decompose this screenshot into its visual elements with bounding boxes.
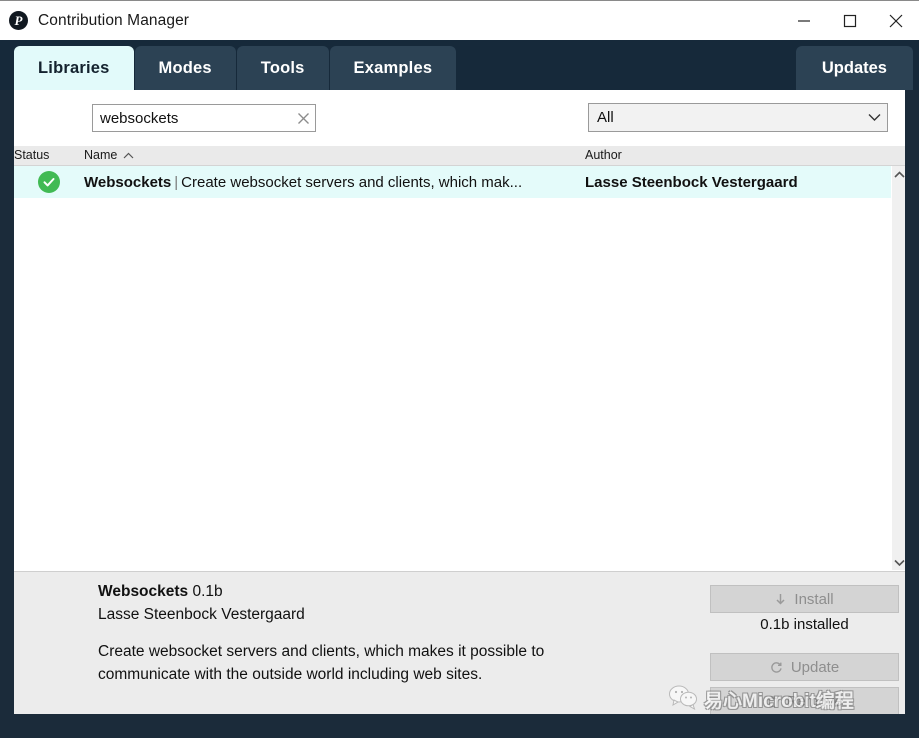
tab-libraries-label: Libraries xyxy=(38,58,110,77)
tab-updates[interactable]: Updates xyxy=(795,46,913,90)
remove-button[interactable]: Remove xyxy=(710,687,899,714)
install-button-label: Install xyxy=(794,590,834,608)
list-scrollbar[interactable] xyxy=(891,166,905,570)
chevron-up-icon xyxy=(123,148,134,162)
tab-updates-label: Updates xyxy=(821,58,887,77)
column-header-author[interactable]: Author xyxy=(585,148,622,162)
row-status-cell xyxy=(14,171,84,193)
column-header-status[interactable]: Status xyxy=(14,148,49,162)
check-circle-icon xyxy=(38,171,60,193)
minimize-icon[interactable] xyxy=(781,1,827,41)
refresh-icon xyxy=(770,661,783,674)
content-panel: websockets All Status Name Author Websoc… xyxy=(14,90,905,714)
tab-modes-label: Modes xyxy=(158,58,212,77)
row-library-name: Websockets xyxy=(84,173,172,191)
tab-tools-label: Tools xyxy=(260,58,305,77)
tab-tools[interactable]: Tools xyxy=(236,46,329,90)
maximize-icon[interactable] xyxy=(827,1,873,41)
install-button[interactable]: Install xyxy=(710,585,899,613)
detail-author: Lasse Steenbock Vestergaard xyxy=(98,606,305,623)
tab-group: Libraries Modes Tools Examples xyxy=(14,46,457,90)
tab-bar: Libraries Modes Tools Examples Updates xyxy=(0,40,919,90)
window-controls xyxy=(781,1,919,41)
category-dropdown[interactable]: All xyxy=(588,103,888,132)
scroll-down-icon[interactable] xyxy=(892,554,905,570)
filter-bar: websockets All xyxy=(14,90,905,146)
update-button[interactable]: Update xyxy=(710,653,899,681)
detail-title: Websockets 0.1b xyxy=(98,583,223,601)
processing-logo-icon: P xyxy=(9,11,28,30)
library-list: Websockets | Create websocket servers and … xyxy=(14,166,905,570)
contribution-manager-window: P Contribution Manager Libraries Modes T… xyxy=(0,0,919,738)
detail-version: 0.1b xyxy=(192,583,223,600)
row-separator: | xyxy=(174,173,179,191)
remove-button-label: Remove xyxy=(786,692,843,710)
detail-name: Websockets xyxy=(98,583,189,600)
search-clear-icon[interactable] xyxy=(291,105,315,131)
tab-modes[interactable]: Modes xyxy=(134,46,236,90)
tab-libraries[interactable]: Libraries xyxy=(14,46,134,90)
row-author-cell: Lasse Steenbock Vestergaard xyxy=(585,173,798,191)
row-name-cell: Websockets | Create websocket servers and … xyxy=(84,174,585,191)
trash-icon xyxy=(767,695,779,708)
scroll-up-icon[interactable] xyxy=(892,166,905,182)
detail-panel: Websockets 0.1b Lasse Steenbock Vesterga… xyxy=(14,571,905,714)
tab-examples[interactable]: Examples xyxy=(329,46,457,90)
close-icon[interactable] xyxy=(873,1,919,41)
tab-examples-label: Examples xyxy=(353,58,433,77)
window-title: Contribution Manager xyxy=(38,11,190,29)
column-header-name[interactable]: Name xyxy=(84,148,134,162)
chevron-down-icon xyxy=(861,113,887,122)
detail-description: Create websocket servers and clients, wh… xyxy=(98,643,545,683)
download-arrow-icon xyxy=(775,593,786,606)
search-input-value: websockets xyxy=(100,109,179,127)
column-header-status-label: Status xyxy=(14,148,50,162)
table-header: Status Name Author xyxy=(14,146,905,166)
table-row[interactable]: Websockets | Create websocket servers and … xyxy=(14,166,891,198)
update-button-label: Update xyxy=(790,658,840,676)
search-input[interactable]: websockets xyxy=(92,104,316,132)
column-header-name-label: Name xyxy=(84,148,118,162)
row-summary: Create websocket servers and clients, wh… xyxy=(181,173,523,191)
title-bar: P Contribution Manager xyxy=(0,0,919,40)
column-header-author-label: Author xyxy=(585,148,622,162)
category-dropdown-value: All xyxy=(597,109,614,126)
installed-version-note: 0.1b installed xyxy=(760,616,849,633)
